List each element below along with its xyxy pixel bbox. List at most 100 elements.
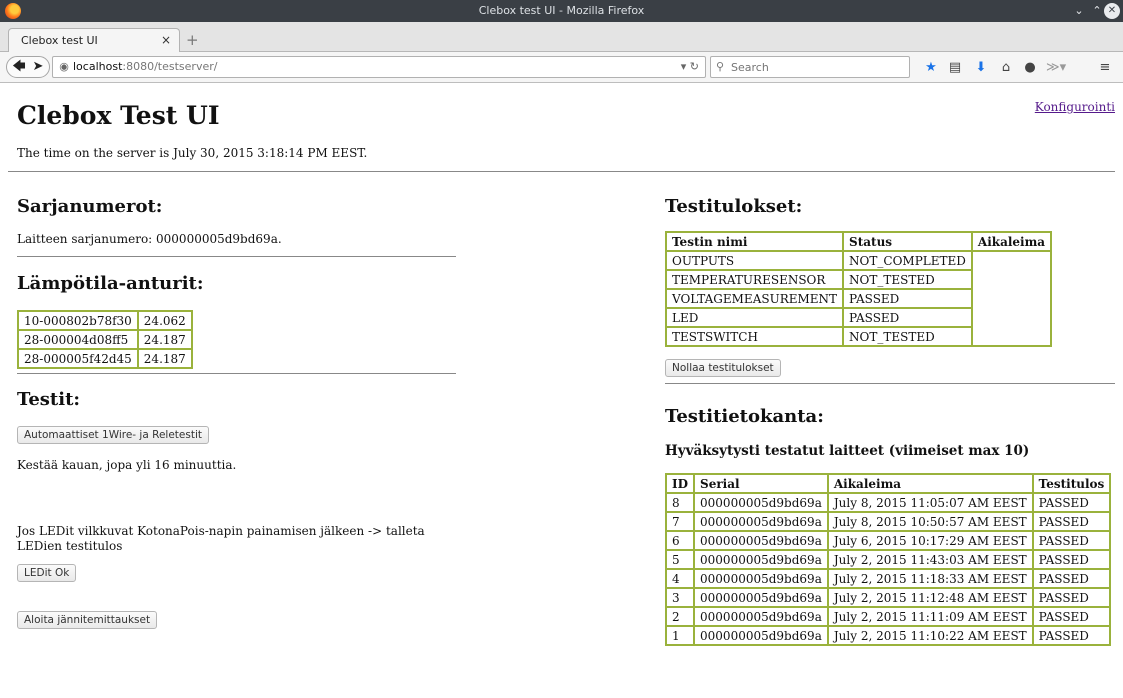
db-result: PASSED [1032, 550, 1111, 569]
table-row: 28-000004d08ff5 24.187 [18, 330, 192, 349]
globe-icon[interactable]: ◉ [57, 60, 71, 74]
test-name: TEMPERATURESENSOR [666, 270, 844, 289]
test-status: PASSED [843, 289, 972, 308]
back-arrow-icon[interactable]: 🡄 [10, 59, 28, 75]
db-time: July 2, 2015 11:11:09 AM EEST [827, 607, 1033, 626]
test-name: TESTSWITCH [666, 327, 844, 346]
server-time: The time on the server is July 30, 2015 … [17, 146, 368, 160]
sensor-id: 10-000802b78f30 [18, 311, 138, 330]
db-time: July 8, 2015 11:05:07 AM EEST [827, 493, 1033, 512]
db-serial: 000000005d9bd69a [694, 512, 828, 531]
db-time: July 2, 2015 11:43:03 AM EEST [827, 550, 1033, 569]
database-table: ID Serial Aikaleima Testitulos 8 0000000… [665, 473, 1112, 646]
tab-clebox-test-ui[interactable]: Clebox test UI × [8, 28, 180, 53]
reset-results-button[interactable]: Nollaa testitulokset [665, 359, 781, 377]
auto-tests-button[interactable]: Automaattiset 1Wire- ja Reletestit [17, 426, 209, 444]
database-subheading: Hyväksytysti testatut laitteet (viimeise… [665, 443, 1030, 459]
db-serial: 000000005d9bd69a [694, 607, 828, 626]
url-bar[interactable]: ◉ localhost:8080/testserver/ ▾ ↻ [52, 56, 706, 78]
sensor-value: 24.062 [137, 311, 192, 330]
db-serial: 000000005d9bd69a [694, 626, 828, 645]
test-name: OUTPUTS [666, 251, 844, 270]
minimize-icon[interactable]: ⌄ [1071, 3, 1087, 19]
url-text[interactable]: localhost:8080/testserver/ [73, 60, 217, 73]
db-time: July 2, 2015 11:18:33 AM EEST [827, 569, 1033, 588]
db-id: 5 [666, 550, 695, 569]
table-row: 2 000000005d9bd69a July 2, 2015 11:11:09… [666, 607, 1111, 626]
close-window-icon[interactable]: ✕ [1104, 3, 1120, 19]
table-row: 28-000005f42d45 24.187 [18, 349, 192, 368]
table-row: 5 000000005d9bd69a July 2, 2015 11:43:03… [666, 550, 1111, 569]
maximize-icon[interactable]: ⌃ [1089, 3, 1105, 19]
test-timestamp [971, 251, 1052, 346]
table-row: 1 000000005d9bd69a July 2, 2015 11:10:22… [666, 626, 1111, 645]
reload-icon[interactable]: ▾ ↻ [681, 60, 699, 73]
column-header: Aikaleima [827, 474, 1033, 493]
clipboard-icon[interactable]: ▤ [946, 60, 964, 76]
temperature-table: 10-000802b78f30 24.062 28-000004d08ff5 2… [17, 310, 193, 369]
db-serial: 000000005d9bd69a [694, 493, 828, 512]
column-header: Serial [694, 474, 828, 493]
table-header-row: Testin nimi Status Aikaleima [666, 232, 1052, 251]
db-time: July 2, 2015 11:12:48 AM EEST [827, 588, 1033, 607]
divider [17, 373, 456, 374]
test-status: NOT_TESTED [843, 270, 972, 289]
table-row: 3 000000005d9bd69a July 2, 2015 11:12:48… [666, 588, 1111, 607]
db-result: PASSED [1032, 531, 1111, 550]
db-time: July 2, 2015 11:10:22 AM EEST [827, 626, 1033, 645]
divider [17, 256, 456, 257]
test-status: NOT_TESTED [843, 327, 972, 346]
serials-heading: Sarjanumerot: [17, 196, 163, 217]
table-header-row: ID Serial Aikaleima Testitulos [666, 474, 1111, 493]
search-box[interactable]: ⚲ [710, 56, 910, 78]
temperature-heading: Lämpötila-anturit: [17, 273, 204, 294]
db-result: PASSED [1032, 588, 1111, 607]
back-forward-group: 🡄 ➤ [6, 56, 50, 78]
db-time: July 8, 2015 10:50:57 AM EEST [827, 512, 1033, 531]
column-header: ID [666, 474, 695, 493]
column-header: Aikaleima [971, 232, 1052, 251]
table-row: 4 000000005d9bd69a July 2, 2015 11:18:33… [666, 569, 1111, 588]
table-row: 6 000000005d9bd69a July 6, 2015 10:17:29… [666, 531, 1111, 550]
test-status: PASSED [843, 308, 972, 327]
search-input[interactable] [731, 59, 901, 75]
search-icon: ⚲ [716, 60, 725, 73]
forward-arrow-icon[interactable]: ➤ [30, 59, 46, 75]
hamburger-menu-icon[interactable]: ≡ [1096, 60, 1114, 76]
extension-icon[interactable]: ≫▾ [1046, 60, 1066, 76]
led-note-line1: Jos LEDit vilkkuvat KotonaPois-napin pai… [17, 524, 425, 538]
url-host: localhost [73, 60, 123, 73]
sensor-value: 24.187 [137, 349, 192, 368]
divider [8, 171, 1115, 172]
db-result: PASSED [1032, 512, 1111, 531]
page-title: Clebox Test UI [17, 101, 220, 130]
config-link[interactable]: Konfigurointi [1035, 100, 1115, 114]
db-serial: 000000005d9bd69a [694, 531, 828, 550]
db-id: 3 [666, 588, 695, 607]
db-id: 4 [666, 569, 695, 588]
db-result: PASSED [1032, 569, 1111, 588]
led-ok-button[interactable]: LEDit Ok [17, 564, 77, 582]
download-arrow-icon[interactable]: ⬇ [972, 60, 990, 76]
database-heading: Testitietokanta: [665, 406, 824, 427]
new-tab-button[interactable]: + [186, 31, 199, 49]
page-content: Clebox Test UI Konfigurointi The time on… [0, 84, 1123, 698]
url-path: :8080/testserver/ [122, 60, 218, 73]
led-note-line2: LEDien testitulos [17, 539, 123, 553]
test-name: LED [666, 308, 844, 327]
voltage-measure-button[interactable]: Aloita jännitemittaukset [17, 611, 158, 629]
tab-close-icon[interactable]: × [161, 33, 171, 47]
results-table: Testin nimi Status Aikaleima OUTPUTS NOT… [665, 231, 1053, 347]
db-result: PASSED [1032, 493, 1111, 512]
chat-bubble-icon[interactable]: ● [1021, 60, 1039, 76]
table-row: 7 000000005d9bd69a July 8, 2015 10:50:57… [666, 512, 1111, 531]
star-icon[interactable]: ★ [922, 60, 940, 76]
home-icon[interactable]: ⌂ [997, 60, 1015, 76]
table-row: 10-000802b78f30 24.062 [18, 311, 192, 330]
db-id: 8 [666, 493, 695, 512]
results-heading: Testitulokset: [665, 196, 803, 217]
column-header: Testitulos [1032, 474, 1111, 493]
db-result: PASSED [1032, 607, 1111, 626]
window-title-bar: Clebox test UI - Mozilla Firefox ⌄ ⌃ ✕ [0, 0, 1123, 22]
test-status: NOT_COMPLETED [843, 251, 972, 270]
